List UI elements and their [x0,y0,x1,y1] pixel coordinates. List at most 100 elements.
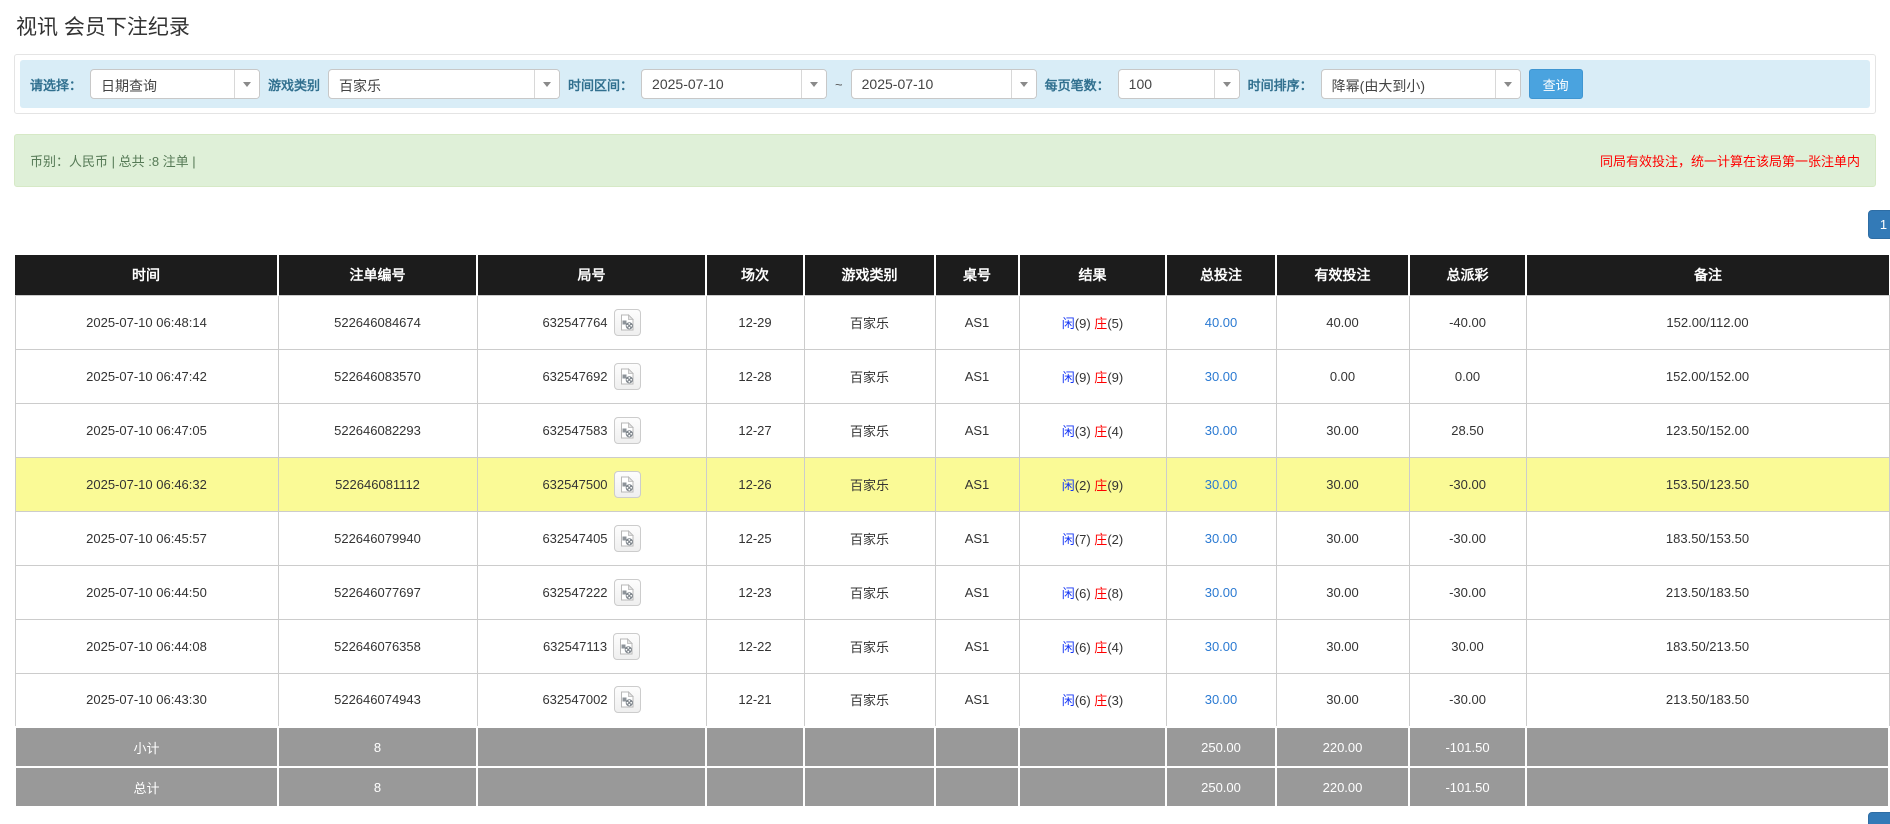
table-row[interactable]: 2025-07-10 06:44:50522646077697632547222… [15,565,1889,619]
total-bet-link: 30.00 [1205,423,1238,438]
round-id: 632547405 [542,531,607,546]
total-bet-cell[interactable]: 30.00 [1166,565,1276,619]
payout-cell: -30.00 [1409,511,1526,565]
round-id: 632547692 [542,369,607,384]
table-no-cell: AS1 [935,403,1019,457]
video-replay-button[interactable] [614,686,641,713]
table-row[interactable]: 2025-07-10 06:44:08522646076358632547113… [15,619,1889,673]
total-bet-cell[interactable]: 30.00 [1166,511,1276,565]
payout-cell: 0.00 [1409,349,1526,403]
video-replay-button[interactable] [614,417,641,444]
chevron-down-icon[interactable] [534,70,559,98]
game-type-select[interactable]: 百家乐 [328,69,560,99]
currency-total-text: 币别：人民币 | 总共 :8 注单 | [30,151,196,170]
page-size-select[interactable]: 100 [1118,69,1240,99]
result-cell: 闲(7) 庄(2) [1019,511,1166,565]
total-bet-cell[interactable]: 30.00 [1166,673,1276,727]
result-banker-score: (3) [1107,693,1123,708]
result-banker-score: (4) [1107,424,1123,439]
payout-cell: -30.00 [1409,457,1526,511]
result-banker: 庄 [1094,586,1107,601]
date-from-value: 2025-07-10 [642,70,801,98]
bet-id-cell: 522646074943 [278,673,477,727]
column-header-9: 总派彩 [1409,255,1526,295]
time-sort-select[interactable]: 降幂(由大到小) [1321,69,1521,99]
total-bet-cell[interactable]: 30.00 [1166,403,1276,457]
bet-records-page: 视讯 会员下注纪录 请选择： 日期查询 游戏类别 百家乐 时间区间： 2025-… [0,0,1890,824]
total-bet-link: 40.00 [1205,315,1238,330]
video-record-icon [620,314,635,331]
round-id-wrap: 632547764 [542,309,640,336]
game-type-cell: 百家乐 [804,619,935,673]
time-cell: 2025-07-10 06:47:42 [15,349,278,403]
total-bet-cell[interactable]: 30.00 [1166,349,1276,403]
chevron-down-icon[interactable] [1495,70,1520,98]
bet-id-cell: 522646076358 [278,619,477,673]
pagination-page-1[interactable]: 1 [1868,210,1890,239]
search-button[interactable]: 查询 [1529,69,1583,99]
page-size-value: 100 [1119,70,1214,98]
chevron-down-icon[interactable] [234,70,259,98]
session-cell: 12-25 [706,511,804,565]
session-cell: 12-21 [706,673,804,727]
session-cell: 12-26 [706,457,804,511]
total-bet-cell[interactable]: 30.00 [1166,619,1276,673]
result-banker: 庄 [1094,532,1107,547]
chevron-down-icon[interactable] [1214,70,1239,98]
result-banker-score: (2) [1107,532,1123,547]
table-row[interactable]: 2025-07-10 06:43:30522646074943632547002… [15,673,1889,727]
result-banker-score: (9) [1107,370,1123,385]
round-id: 632547113 [543,639,607,654]
column-header-0: 时间 [15,255,278,295]
video-replay-button[interactable] [613,633,640,660]
result-banker: 庄 [1094,424,1107,439]
result-cell: 闲(2) 庄(9) [1019,457,1166,511]
date-from-select[interactable]: 2025-07-10 [641,69,827,99]
table-no-cell: AS1 [935,295,1019,349]
total-total-bet: 250.00 [1166,767,1276,807]
payout-cell: -40.00 [1409,295,1526,349]
result-player-score: (9) [1075,370,1095,385]
video-replay-button[interactable] [614,525,641,552]
video-replay-button[interactable] [614,363,641,390]
table-row[interactable]: 2025-07-10 06:47:05522646082293632547583… [15,403,1889,457]
video-replay-button[interactable] [614,309,641,336]
result-banker: 庄 [1094,370,1107,385]
game-type-cell: 百家乐 [804,295,935,349]
chevron-down-icon[interactable] [801,70,826,98]
total-bet-cell[interactable]: 30.00 [1166,457,1276,511]
round-id: 632547222 [542,585,607,600]
total-row: 总计 8 250.00 220.00 -101.50 [15,767,1889,807]
filter-bar: 请选择： 日期查询 游戏类别 百家乐 时间区间： 2025-07-10 ~ 20… [20,60,1870,108]
round-id-wrap: 632547002 [542,686,640,713]
table-row[interactable]: 2025-07-10 06:46:32522646081112632547500… [15,457,1889,511]
chevron-down-icon[interactable] [1011,70,1036,98]
query-type-select[interactable]: 日期查询 [90,69,260,99]
remark-cell: 213.50/183.50 [1526,673,1889,727]
result-cell: 闲(9) 庄(9) [1019,349,1166,403]
round-id-wrap: 632547500 [542,471,640,498]
video-replay-button[interactable] [614,471,641,498]
table-row[interactable]: 2025-07-10 06:47:42522646083570632547692… [15,349,1889,403]
valid-bet-cell: 30.00 [1276,673,1409,727]
remark-cell: 152.00/152.00 [1526,349,1889,403]
remark-cell: 123.50/152.00 [1526,403,1889,457]
total-bet-cell[interactable]: 40.00 [1166,295,1276,349]
pagination-bottom-partial[interactable] [1868,812,1890,824]
valid-bet-note: 同局有效投注，统一计算在该局第一张注单内 [1600,151,1860,170]
payout-cell: -30.00 [1409,565,1526,619]
total-valid-bet: 220.00 [1276,767,1409,807]
total-bet-link: 30.00 [1205,692,1238,707]
column-header-3: 场次 [706,255,804,295]
video-record-icon [620,530,635,547]
video-record-icon [620,476,635,493]
game-type-cell: 百家乐 [804,565,935,619]
date-to-select[interactable]: 2025-07-10 [851,69,1037,99]
session-cell: 12-27 [706,403,804,457]
round-id-wrap: 632547113 [543,633,640,660]
table-row[interactable]: 2025-07-10 06:48:14522646084674632547764… [15,295,1889,349]
date-to-value: 2025-07-10 [852,70,1011,98]
column-header-6: 结果 [1019,255,1166,295]
video-replay-button[interactable] [614,579,641,606]
table-row[interactable]: 2025-07-10 06:45:57522646079940632547405… [15,511,1889,565]
